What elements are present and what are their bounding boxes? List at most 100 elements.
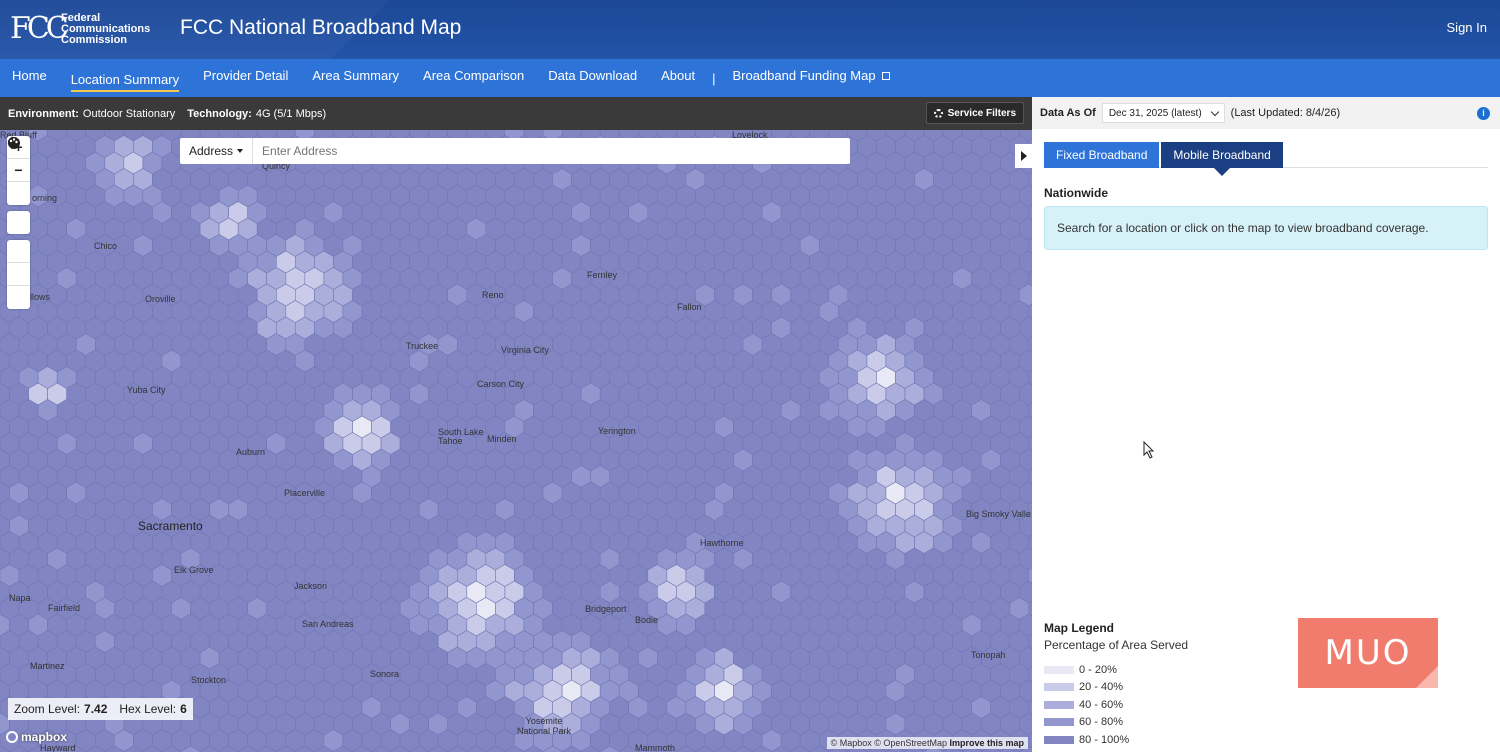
- improve-map-link[interactable]: Improve this map: [949, 738, 1024, 748]
- legend-swatch: [1044, 683, 1074, 692]
- geolocate-button[interactable]: [7, 137, 30, 234]
- place-label: Virginia City: [501, 345, 549, 355]
- legend-row: 60 - 80%: [1044, 714, 1188, 732]
- legend-title: Map Legend: [1044, 621, 1115, 635]
- address-input[interactable]: [253, 144, 844, 158]
- mapbox-icon: [6, 731, 18, 743]
- sign-in-link[interactable]: Sign In: [1447, 20, 1487, 35]
- nav-data-download[interactable]: Data Download: [548, 59, 637, 97]
- place-label: Chico: [94, 241, 118, 251]
- hex-value: 6: [180, 702, 187, 716]
- environment-indicator: Environment: Outdoor Stationary: [8, 108, 175, 120]
- chevron-down-icon: [1210, 107, 1219, 116]
- site-header: FCC Federal Communications Commission FC…: [0, 0, 1500, 59]
- data-date-select[interactable]: Dec 31, 2025 (latest): [1101, 103, 1225, 123]
- logo-line: Communications: [61, 22, 151, 35]
- environment-value: Outdoor Stationary: [82, 107, 176, 120]
- nav-area-comparison[interactable]: Area Comparison: [423, 59, 524, 97]
- legend-label: 80 - 100%: [1079, 733, 1130, 746]
- tab-fixed-broadband[interactable]: Fixed Broadband: [1044, 142, 1160, 168]
- place-label: Yosemite National Park: [516, 716, 572, 736]
- info-icon[interactable]: i: [1477, 107, 1490, 120]
- logo-line: Federal: [61, 11, 101, 24]
- legend-swatch: [1044, 735, 1074, 744]
- compass-reset-button[interactable]: [7, 136, 30, 205]
- place-label: Reno: [482, 290, 504, 300]
- search-type-dropdown[interactable]: Address: [180, 138, 254, 164]
- fcc-logo-text: Federal Communications Commission: [61, 11, 171, 46]
- place-label: Hawthorne: [700, 538, 744, 548]
- nav-location-summary[interactable]: Location Summary: [70, 64, 180, 92]
- place-label: Stockton: [191, 675, 227, 685]
- place-label: Sonora: [370, 669, 400, 679]
- place-label: illows: [28, 292, 51, 302]
- place-label: Napa: [9, 593, 31, 603]
- map-canvas[interactable]: Red Bluff Lovelock orning Quincy Chico F…: [0, 130, 1032, 752]
- place-label: Yerington: [598, 426, 636, 436]
- fcc-logo-mark: FCC: [10, 11, 69, 46]
- place-label: Elk Grove: [174, 565, 214, 575]
- place-label: South Lake Tahoe: [438, 427, 484, 446]
- external-link-icon: [881, 72, 890, 80]
- place-label: San Andreas: [302, 619, 354, 629]
- cursor-arrow-icon: [1143, 441, 1155, 459]
- map-controls: + −: [7, 136, 30, 315]
- zoom-value: 7.42: [84, 702, 108, 716]
- tab-mobile-broadband[interactable]: Mobile Broadband: [1161, 142, 1283, 176]
- map-style-controls: [7, 137, 30, 309]
- place-label: Yuba City: [127, 385, 166, 395]
- legend-row: 40 - 60%: [1044, 696, 1188, 714]
- muo-watermark: MUO: [1298, 618, 1438, 688]
- data-as-of-label: Data As Of: [1040, 107, 1096, 119]
- place-label: Carson City: [477, 379, 525, 389]
- place-label: Bridgeport: [585, 604, 627, 614]
- nav-home[interactable]: Home: [12, 59, 47, 97]
- place-label: Bodie: [635, 615, 659, 625]
- attribution-osm-link[interactable]: © OpenStreetMap: [874, 738, 947, 748]
- legend-label: 60 - 80%: [1079, 716, 1124, 729]
- map-toolbar: Environment: Outdoor Stationary Technolog…: [0, 97, 1032, 130]
- technology-indicator: Technology: 4G (5/1 Mbps): [187, 108, 326, 120]
- date-select-value: Dec 31, 2025 (latest): [1108, 107, 1202, 119]
- attribution-mapbox-link[interactable]: © Mapbox: [831, 738, 872, 748]
- legend-row: 0 - 20%: [1044, 661, 1188, 679]
- place-label: Minden: [487, 434, 517, 444]
- layers-button[interactable]: [7, 137, 30, 286]
- nav-separator: |: [712, 70, 716, 86]
- main-nav: Home Location Summary Provider Detail Ar…: [0, 59, 1500, 97]
- nav-area-summary[interactable]: Area Summary: [312, 59, 399, 97]
- place-label: Fairfield: [48, 603, 81, 613]
- legend-swatch: [1044, 718, 1074, 727]
- service-filters-label: Service Filters: [947, 107, 1016, 119]
- nav-provider-detail[interactable]: Provider Detail: [203, 59, 288, 97]
- fcc-logo[interactable]: FCC Federal Communications Commission: [10, 11, 171, 47]
- place-label: Truckee: [406, 341, 439, 351]
- broadband-tabs: Fixed Broadband Mobile Broadband: [1044, 142, 1488, 176]
- mapbox-logo[interactable]: mapbox: [6, 730, 67, 744]
- service-filters-button[interactable]: Service Filters: [925, 102, 1024, 124]
- place-label: Mammoth: [635, 743, 676, 752]
- app-title[interactable]: FCC National Broadband Map: [180, 16, 461, 40]
- address-search-bar: Address: [180, 138, 850, 164]
- caret-down-icon: [237, 149, 244, 153]
- legend-label: 20 - 40%: [1079, 681, 1124, 694]
- place-label: orning: [32, 193, 58, 203]
- nav-about[interactable]: About: [661, 59, 695, 97]
- place-label: Fallon: [677, 302, 702, 312]
- place-label: Martinez: [30, 661, 65, 671]
- place-label: Oroville: [145, 294, 176, 304]
- zoom-out-button[interactable]: −: [7, 159, 30, 182]
- gear-icon: [933, 108, 943, 118]
- caret-right-icon: [1020, 151, 1027, 161]
- technology-label: Technology:: [187, 107, 252, 120]
- info-notice: Search for a location or click on the ma…: [1044, 206, 1488, 250]
- collapse-panel-button[interactable]: [1015, 144, 1032, 168]
- legend-swatch: [1044, 700, 1074, 709]
- place-label: Hayward: [40, 743, 76, 752]
- place-label: Big Smoky Valle: [966, 509, 1031, 519]
- color-palette-button[interactable]: [7, 137, 30, 309]
- nav-broadband-funding-map[interactable]: Broadband Funding Map: [732, 59, 890, 97]
- basemap-button[interactable]: [7, 137, 30, 263]
- place-label: Jackson: [294, 581, 328, 591]
- legend-row: 80 - 100%: [1044, 731, 1188, 749]
